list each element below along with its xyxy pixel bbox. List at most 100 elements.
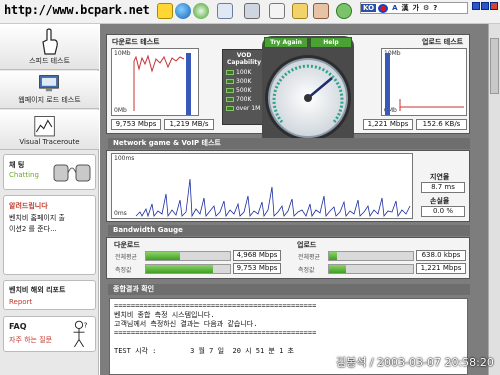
monitor-icon bbox=[39, 75, 59, 92]
try-again-button[interactable]: Try Again bbox=[264, 37, 308, 48]
faq-box[interactable]: FAQ 자주 하는 질문 ? bbox=[3, 316, 96, 352]
ul-overall-bar bbox=[328, 251, 414, 261]
faq-title: FAQ bbox=[9, 322, 27, 331]
ime-alpha[interactable]: A bbox=[390, 4, 399, 12]
level-swatch bbox=[226, 70, 234, 75]
chat-cans-icon bbox=[53, 164, 91, 182]
voip-graph: 100ms 0ms bbox=[111, 153, 413, 219]
upload-kbs-value: 152.6 KB/s bbox=[416, 119, 467, 130]
latency-value: 8.7 ms bbox=[421, 182, 465, 193]
ul-measured-label: 측정값 bbox=[298, 267, 315, 274]
top-toolbar: http://www.bcpark.net KO A 漢 가 ⚙ ? bbox=[0, 0, 500, 24]
timestamp-watermark: 김봉석 / 2003-03-07 20:58:20 bbox=[336, 356, 494, 369]
ul-overall-label: 전체평균 bbox=[298, 254, 321, 261]
report-title: 벤치비 해외 리포트 bbox=[9, 286, 66, 294]
loss-label: 손실율 bbox=[430, 197, 450, 205]
window-controls bbox=[472, 2, 498, 10]
upload-test-title: 업로드 테스트 bbox=[422, 38, 464, 46]
ime-settings[interactable]: ⚙ bbox=[421, 4, 431, 12]
vod-capability-legend: VOD Capability 100K 300K 500K 700K over … bbox=[222, 49, 266, 125]
report-box[interactable]: 벤치비 해외 리포트 Report bbox=[3, 280, 96, 310]
ime-hangul[interactable]: 가 bbox=[410, 3, 420, 13]
speed-gauge bbox=[262, 36, 354, 146]
download-trace bbox=[133, 53, 191, 115]
faq-subtitle: 자주 하는 질문 bbox=[9, 336, 53, 344]
download-test-title: 다운로드 테스트 bbox=[112, 38, 160, 46]
left-sidebar: 스피드 테스트 웹페이지 로드 테스트 Visual Traceroute 채 … bbox=[0, 24, 99, 375]
tools-icon[interactable] bbox=[313, 3, 329, 19]
result-line: 고객님께서 측정하신 결과는 다음과 같습니다. bbox=[114, 320, 258, 328]
dl-overall-value: 4,968 Mbps bbox=[233, 250, 281, 261]
ime-toolbar[interactable]: KO A 漢 가 ⚙ ? bbox=[360, 2, 468, 14]
dl-overall-bar bbox=[145, 251, 231, 261]
vertical-scrollbar[interactable] bbox=[488, 24, 500, 375]
voip-header: Network game & VoIP 테스트 bbox=[108, 138, 470, 149]
ime-hanja[interactable]: 漢 bbox=[399, 3, 410, 13]
maximize-button[interactable] bbox=[481, 2, 489, 10]
globe-icon[interactable] bbox=[175, 3, 191, 19]
notice-box[interactable]: 알려드립니다 벤치비 홈페이지 출 이션2 를 준다... bbox=[3, 195, 96, 275]
close-button[interactable] bbox=[490, 2, 498, 10]
latency-label: 지연율 bbox=[430, 173, 450, 181]
result-line bbox=[114, 338, 463, 347]
notice-title: 알려드립니다 bbox=[9, 202, 48, 210]
nav-speed-test-label: 스피드 테스트 bbox=[29, 57, 70, 65]
vod-capability-title: VOD Capability bbox=[226, 52, 262, 66]
nav-webpage-test-label: 웹페이지 로드 테스트 bbox=[18, 96, 81, 104]
level-swatch bbox=[226, 88, 234, 93]
refresh-icon[interactable] bbox=[193, 3, 209, 19]
mail-icon[interactable] bbox=[217, 3, 233, 19]
ime-flag-icon[interactable] bbox=[378, 3, 389, 13]
download-mbs-value: 1,219 MB/s bbox=[164, 119, 214, 130]
chat-subtitle: Chatting bbox=[9, 171, 39, 179]
dl-measured-bar bbox=[145, 264, 231, 274]
trace-graph-icon bbox=[34, 116, 55, 137]
nav-traceroute[interactable]: Visual Traceroute bbox=[0, 110, 99, 150]
ime-help[interactable]: ? bbox=[431, 4, 439, 12]
upload-graph: 10Mb 0Mb bbox=[381, 48, 467, 116]
folder-icon[interactable] bbox=[292, 3, 308, 19]
nav-webpage-test[interactable]: 웹페이지 로드 테스트 bbox=[0, 71, 99, 109]
dl-measured-fill bbox=[146, 265, 214, 273]
dl-overall-fill bbox=[146, 252, 180, 260]
chat-title: 채 팅 bbox=[9, 161, 25, 169]
result-line: 벤치비 종합 측정 시스템입니다. bbox=[114, 311, 215, 319]
notice-line-1: 벤치비 홈페이지 출 bbox=[9, 214, 65, 222]
upload-trace bbox=[385, 53, 464, 115]
dl-measured-value: 9,753 Mbps bbox=[233, 263, 281, 274]
ul-overall-fill bbox=[329, 252, 338, 260]
level-swatch bbox=[226, 79, 234, 84]
ul-measured-bar bbox=[328, 264, 414, 274]
result-line: ========================================… bbox=[114, 302, 317, 310]
messenger-icon[interactable] bbox=[336, 3, 352, 19]
minimize-button[interactable] bbox=[472, 2, 480, 10]
print-icon[interactable] bbox=[244, 3, 260, 19]
nav-speed-test[interactable]: 스피드 테스트 bbox=[0, 24, 99, 70]
chat-box[interactable]: 채 팅 Chatting bbox=[3, 154, 96, 190]
loss-value: 0.0 % bbox=[421, 206, 465, 217]
vod-level-100k: 100K bbox=[223, 68, 265, 77]
vod-level-700k: 700K bbox=[223, 95, 265, 104]
nav-traceroute-label: Visual Traceroute bbox=[19, 138, 80, 146]
help-button[interactable]: Help bbox=[310, 37, 352, 48]
ul-measured-value: 1,221 Mbps bbox=[416, 263, 466, 274]
level-swatch bbox=[226, 106, 234, 111]
pointer-hand-icon bbox=[42, 28, 58, 55]
download-graph: 10Mb 0Mb bbox=[111, 48, 199, 116]
notice-line-2: 이션2 를 준다... bbox=[9, 225, 57, 233]
scrollbar-thumb[interactable] bbox=[490, 38, 499, 94]
star-icon[interactable] bbox=[157, 3, 173, 19]
result-header: 종합결과 확인 bbox=[108, 284, 470, 295]
vod-level-500k: 500K bbox=[223, 86, 265, 95]
report-subtitle: Report bbox=[9, 298, 33, 306]
ul-overall-value: 638.0 kbps bbox=[416, 250, 466, 261]
ime-ko[interactable]: KO bbox=[361, 4, 377, 12]
site-address[interactable]: http://www.bcpark.net bbox=[4, 3, 150, 17]
bandwidth-header: Bandwidth Gauge bbox=[108, 225, 470, 236]
edit-icon[interactable] bbox=[269, 3, 285, 19]
upload-mbps-value: 1,221 Mbps bbox=[363, 119, 413, 130]
question-person-icon: ? bbox=[73, 321, 88, 348]
voip-latency-trace bbox=[135, 178, 411, 218]
download-mbps-value: 9,753 Mbps bbox=[111, 119, 161, 130]
bandwidth-download-label: 다운로드 bbox=[114, 241, 140, 249]
